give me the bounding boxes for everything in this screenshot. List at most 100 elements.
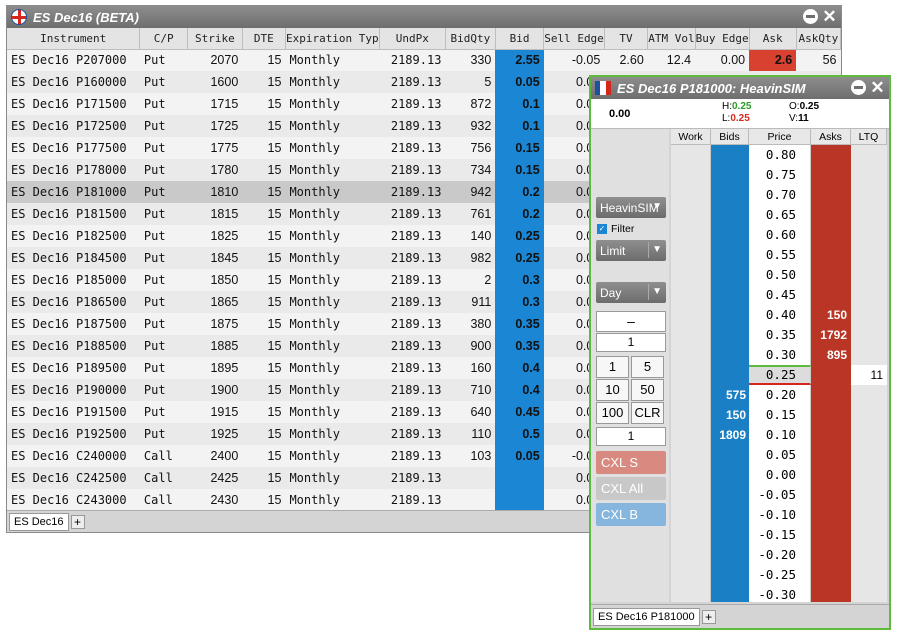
column-header[interactable]: DTE (242, 28, 286, 50)
add-tab-button[interactable]: + (70, 514, 85, 529)
work-cell[interactable] (671, 565, 711, 585)
minus-field[interactable]: – (596, 311, 666, 332)
work-cell[interactable] (671, 545, 711, 565)
bid-cell[interactable]: 1809 (711, 425, 749, 445)
ladder-row[interactable]: 0.80 (671, 145, 887, 165)
work-cell[interactable] (671, 365, 711, 385)
column-header[interactable]: Bid (495, 28, 545, 50)
work-cell[interactable] (671, 185, 711, 205)
minimize-icon[interactable] (851, 80, 866, 95)
ladder-row[interactable]: -0.25 (671, 565, 887, 585)
ask-cell[interactable]: 150 (811, 305, 851, 325)
price-cell[interactable]: 0.05 (749, 445, 811, 465)
ltq-cell[interactable] (851, 405, 887, 425)
bid-cell[interactable] (711, 325, 749, 345)
ltq-cell[interactable] (851, 485, 887, 505)
ask-cell[interactable] (811, 185, 851, 205)
ask-cell[interactable] (811, 465, 851, 485)
cancel-all-button[interactable]: CXL All (596, 477, 666, 500)
price-cell[interactable]: 0.25 (749, 365, 811, 385)
ask-cell[interactable] (811, 245, 851, 265)
ltq-cell[interactable] (851, 185, 887, 205)
bid-cell[interactable] (711, 225, 749, 245)
ladder-row[interactable]: 0.30 895 (671, 345, 887, 365)
tab-es-dec16[interactable]: ES Dec16 (9, 512, 69, 531)
ask-cell[interactable] (811, 585, 851, 602)
price-cell[interactable]: 0.75 (749, 165, 811, 185)
filter-checkbox-row[interactable]: ✓ Filter (597, 223, 634, 235)
order-type-dropdown[interactable]: Limit ▼ (596, 240, 666, 261)
ltq-cell[interactable] (851, 385, 887, 405)
ltq-cell[interactable] (851, 425, 887, 445)
bid-cell[interactable]: 150 (711, 405, 749, 425)
bid-cell[interactable] (711, 545, 749, 565)
ltq-cell[interactable] (851, 585, 887, 602)
price-cell[interactable]: -0.15 (749, 525, 811, 545)
close-icon[interactable]: ✕ (870, 79, 885, 96)
qty-50-button[interactable]: 50 (631, 379, 664, 401)
ask-cell[interactable] (811, 505, 851, 525)
work-cell[interactable] (671, 425, 711, 445)
price-cell[interactable]: 0.15 (749, 405, 811, 425)
work-cell[interactable] (671, 145, 711, 165)
ask-cell[interactable] (811, 405, 851, 425)
work-cell[interactable] (671, 165, 711, 185)
price-cell[interactable]: -0.25 (749, 565, 811, 585)
price-cell[interactable]: 0.50 (749, 265, 811, 285)
price-cell[interactable]: 0.45 (749, 285, 811, 305)
bid-cell[interactable] (711, 145, 749, 165)
bid-cell[interactable] (711, 485, 749, 505)
ltq-cell[interactable] (851, 445, 887, 465)
bid-cell[interactable] (711, 465, 749, 485)
options-window-titlebar[interactable]: ES Dec16 (BETA) ✕ (7, 6, 841, 28)
ask-cell[interactable] (811, 425, 851, 445)
ladder-row[interactable]: -0.15 (671, 525, 887, 545)
work-cell[interactable] (671, 385, 711, 405)
ask-cell[interactable] (811, 545, 851, 565)
add-tab-button[interactable]: + (701, 609, 716, 624)
work-cell[interactable] (671, 445, 711, 465)
bid-cell[interactable] (711, 365, 749, 385)
bid-cell[interactable] (711, 505, 749, 525)
price-cell[interactable]: 0.80 (749, 145, 811, 165)
ask-cell[interactable] (811, 265, 851, 285)
work-cell[interactable] (671, 525, 711, 545)
qty-10-button[interactable]: 10 (596, 379, 629, 401)
work-cell[interactable] (671, 505, 711, 525)
ask-cell[interactable] (811, 365, 851, 385)
ltq-cell[interactable] (851, 545, 887, 565)
work-cell[interactable] (671, 205, 711, 225)
qty-5-button[interactable]: 5 (631, 356, 664, 378)
qty-1-button[interactable]: 1 (596, 356, 629, 378)
ladder-window-titlebar[interactable]: ES Dec16 P181000: HeavinSIM ✕ (591, 77, 889, 99)
column-header[interactable]: BidQty (445, 28, 496, 50)
ladder-row[interactable]: -0.20 (671, 545, 887, 565)
bid-cell[interactable] (711, 305, 749, 325)
ladder-row[interactable]: 0.50 (671, 265, 887, 285)
cancel-sells-button[interactable]: CXL S (596, 451, 666, 474)
bid-cell[interactable] (711, 345, 749, 365)
ltq-cell[interactable] (851, 525, 887, 545)
ask-cell[interactable] (811, 525, 851, 545)
work-cell[interactable] (671, 325, 711, 345)
work-cell[interactable] (671, 585, 711, 602)
work-cell[interactable] (671, 405, 711, 425)
column-header[interactable]: Sell Edge (543, 28, 605, 50)
ask-cell[interactable] (811, 145, 851, 165)
ladder-row[interactable]: 0.00 (671, 465, 887, 485)
bid-cell[interactable] (711, 185, 749, 205)
ltq-cell[interactable] (851, 145, 887, 165)
ladder-row[interactable]: 0.40 150 (671, 305, 887, 325)
minimize-icon[interactable] (803, 9, 818, 24)
price-cell[interactable]: 0.10 (749, 425, 811, 445)
ltq-cell[interactable] (851, 505, 887, 525)
price-cell[interactable]: 0.55 (749, 245, 811, 265)
ask-cell[interactable] (811, 205, 851, 225)
ladder-row[interactable]: 0.35 1792 (671, 325, 887, 345)
ladder-row[interactable]: -0.10 (671, 505, 887, 525)
ltq-cell[interactable] (851, 325, 887, 345)
ask-cell[interactable] (811, 165, 851, 185)
price-cell[interactable]: 0.60 (749, 225, 811, 245)
cancel-buys-button[interactable]: CXL B (596, 503, 666, 526)
ask-cell[interactable] (811, 225, 851, 245)
